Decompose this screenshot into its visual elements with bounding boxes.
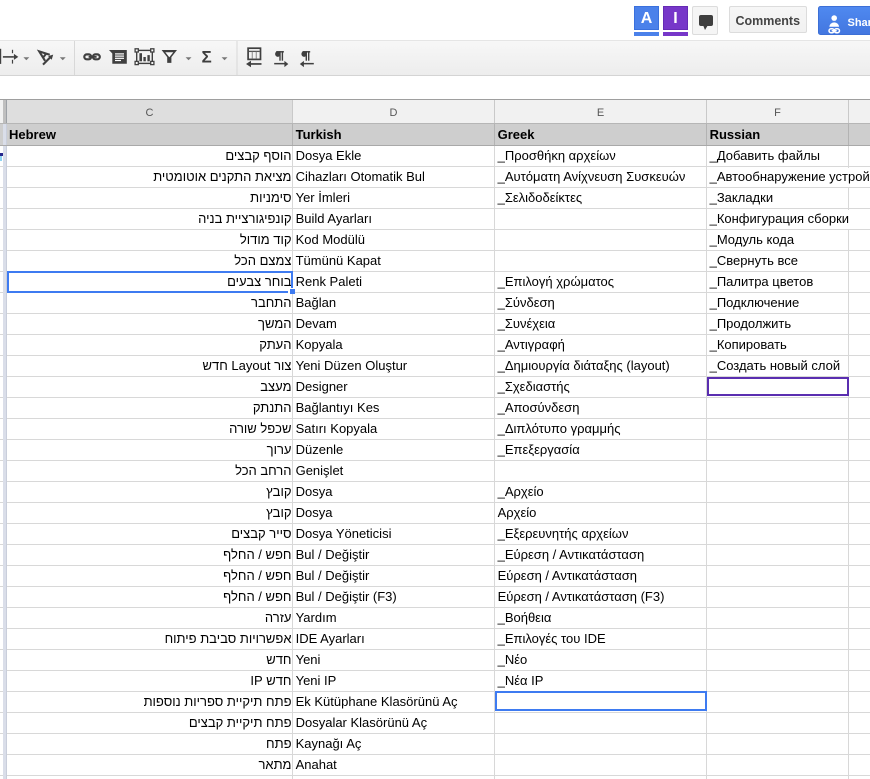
svg-text:Σ: Σ (202, 47, 212, 66)
